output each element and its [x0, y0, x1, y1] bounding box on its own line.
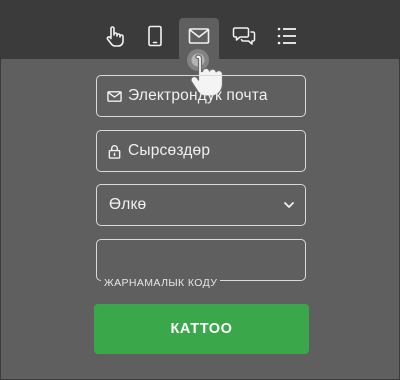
chevron-down-icon: [284, 202, 294, 208]
envelope-icon: [188, 28, 210, 44]
tab-full-registration[interactable]: [267, 18, 307, 59]
promo-code-label: ЖАРНАМАЛЫК КОДУ: [101, 277, 221, 289]
country-select[interactable]: Өлкө: [96, 184, 306, 226]
register-button[interactable]: КАТТОО: [94, 304, 309, 354]
password-placeholder: Сырсөздөр: [128, 142, 211, 159]
phone-icon: [148, 25, 162, 47]
chat-bubbles-icon: [232, 27, 256, 45]
email-field[interactable]: Электрондук почта: [96, 75, 306, 117]
list-icon: [277, 27, 296, 45]
tap-hand-icon: [106, 26, 124, 47]
envelope-icon: [107, 90, 122, 102]
country-value: Өлкө: [109, 196, 147, 213]
registration-panel: Электрондук почта Сырсөздөр Өлкө ЖАРНАМА…: [0, 0, 400, 380]
email-placeholder: Электрондук почта: [128, 87, 268, 104]
tab-phone[interactable]: [135, 18, 175, 59]
tab-one-click[interactable]: [94, 18, 134, 59]
password-field[interactable]: Сырсөздөр: [96, 130, 306, 172]
lock-icon: [108, 144, 121, 159]
promo-code-field[interactable]: [96, 239, 306, 281]
